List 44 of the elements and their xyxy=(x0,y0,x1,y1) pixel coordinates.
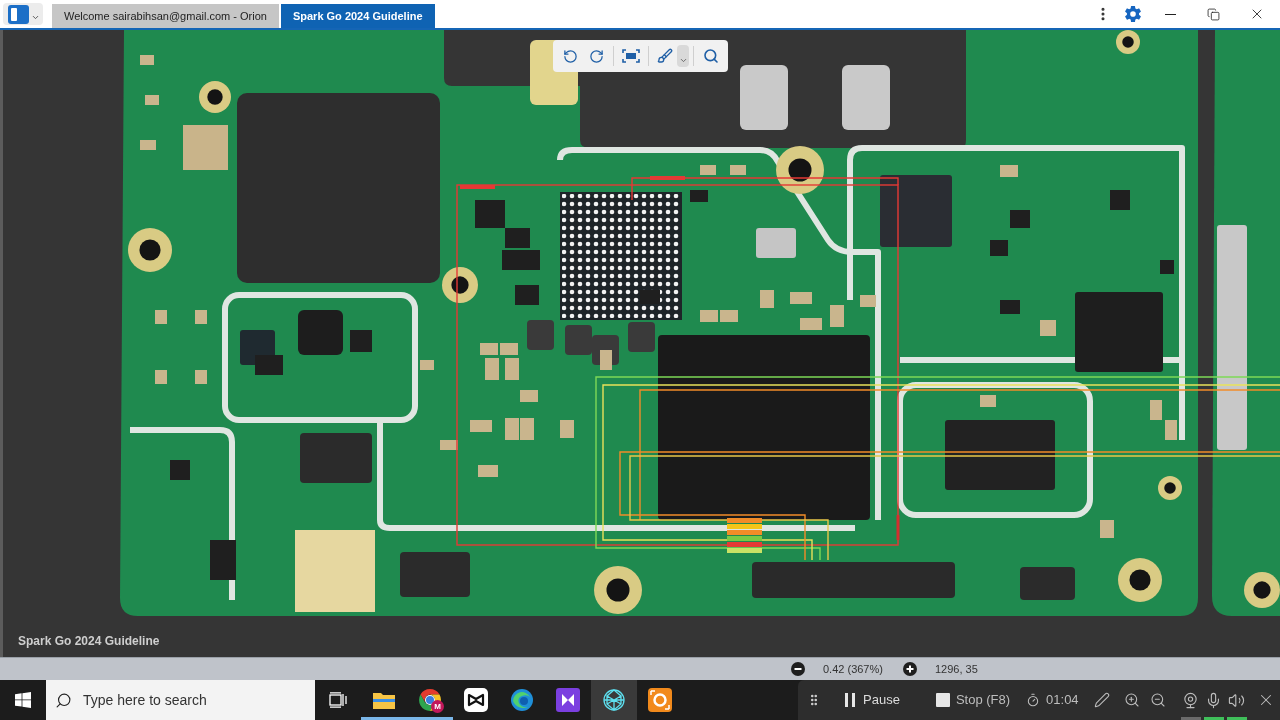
search-field[interactable]: Type here to search xyxy=(46,680,315,720)
timer-icon xyxy=(1026,693,1041,707)
cursor-coordinates: 1296, 35 xyxy=(934,661,978,677)
recording-timer: 01:04 xyxy=(1046,691,1079,710)
swirl-icon xyxy=(510,688,534,712)
taskbar-app-button[interactable]: M xyxy=(407,680,453,720)
search-icon xyxy=(55,691,72,709)
document-caption: Spark Go 2024 Guideline xyxy=(18,633,160,650)
minus-circle-icon xyxy=(791,662,805,676)
network-globe-icon xyxy=(602,688,626,712)
webcam-icon xyxy=(1182,691,1200,709)
zoom-in-button[interactable] xyxy=(902,662,917,676)
app-menu-button[interactable] xyxy=(3,3,43,25)
restore-icon xyxy=(1207,7,1220,21)
document-tab[interactable]: Spark Go 2024 Guideline xyxy=(280,4,435,28)
bowtie-tile-icon xyxy=(464,688,488,712)
ring-tile-icon xyxy=(648,688,672,712)
pause-icon xyxy=(845,693,855,707)
rotate-right-icon xyxy=(588,48,604,64)
minimize-icon xyxy=(1165,13,1176,15)
rotate-left-icon xyxy=(562,48,578,64)
sidebar-panel-icon xyxy=(8,4,29,24)
profile-initial: M xyxy=(431,700,444,713)
search-icon xyxy=(703,48,719,64)
chevron-down-icon xyxy=(678,56,688,65)
stop-icon xyxy=(935,693,950,707)
zoom-in-icon xyxy=(1123,692,1140,708)
brush-icon xyxy=(657,48,673,64)
stop-button[interactable]: Stop (F8) xyxy=(935,690,1011,710)
plus-circle-icon xyxy=(902,662,917,676)
zoom-out-button[interactable] xyxy=(791,662,805,676)
window-panes-icon xyxy=(15,692,31,708)
play-tile-icon xyxy=(556,688,580,712)
settings-icon xyxy=(1124,5,1142,23)
zoom-level: 0.42 (367%) xyxy=(823,661,883,677)
pen-icon xyxy=(1093,692,1110,708)
pause-button[interactable]: Pause xyxy=(845,690,900,710)
taskbar-app-button[interactable] xyxy=(591,680,637,720)
speaker-icon xyxy=(1228,691,1246,709)
task-view-icon xyxy=(329,692,347,708)
document-tab[interactable]: Welcome sairabihsan@gmail.com - Orion xyxy=(52,4,279,28)
fit-screen-icon xyxy=(622,49,640,63)
zoom-out-icon xyxy=(1149,692,1166,708)
folder-icon xyxy=(372,690,396,710)
